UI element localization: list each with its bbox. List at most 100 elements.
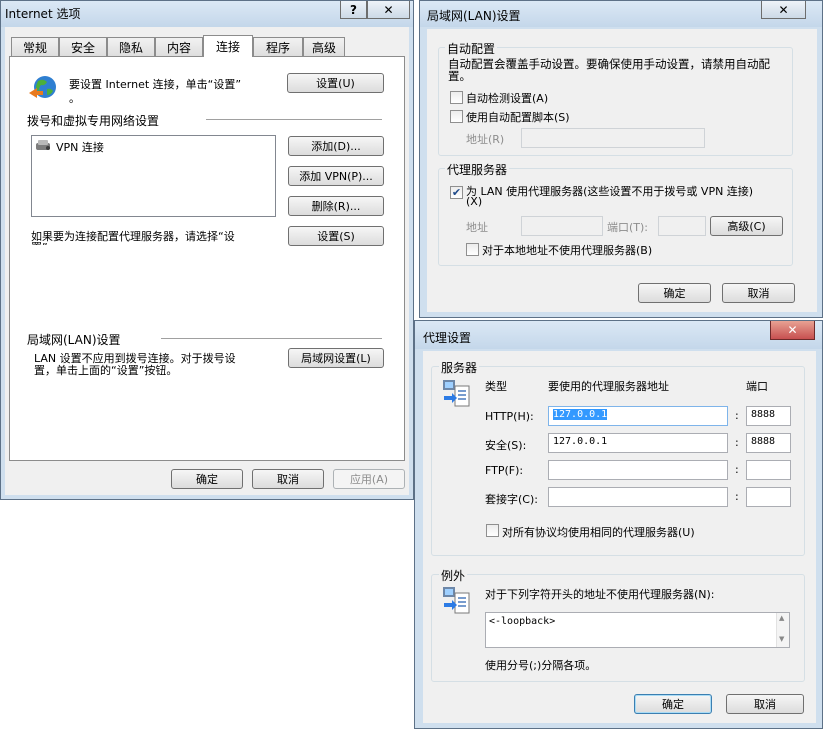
auto-config-description-cont: 置。 — [448, 69, 471, 83]
proxy-server-icon — [441, 378, 473, 410]
lan-section-title: 局域网(LAN)设置 — [27, 333, 121, 347]
separator-hint: 使用分号(;)分隔各项。 — [485, 659, 597, 672]
lan-window-title: 局域网(LAN)设置 — [427, 9, 521, 23]
socks-address-input[interactable] — [548, 487, 728, 507]
http-address-input[interactable]: 127.0.0.1 — [548, 406, 728, 426]
ftp-address-input[interactable] — [548, 460, 728, 480]
tab-security[interactable]: 安全 — [59, 37, 107, 56]
lan-close-button[interactable]: ✕ — [761, 1, 806, 19]
secure-colon: : — [735, 436, 739, 449]
close-icon: ✕ — [778, 2, 789, 17]
settings-button[interactable]: 设置(S) — [288, 226, 384, 246]
proxy-address-input[interactable] — [521, 216, 603, 236]
help-button[interactable]: ? — [340, 1, 367, 19]
secure-port-input[interactable]: 8888 — [746, 433, 791, 453]
http-address-selection: 127.0.0.1 — [553, 409, 608, 420]
servers-group-title: 服务器 — [439, 359, 480, 376]
bypass-local-label: 对于本地地址不使用代理服务器(B) — [482, 244, 653, 257]
proxy-address-label: 地址 — [466, 221, 488, 234]
dialup-section-title: 拨号和虚拟专用网络设置 — [27, 114, 160, 128]
list-item-vpn[interactable]: VPN 连接 — [56, 139, 104, 155]
auto-config-description: 自动配置会覆盖手动设置。要确保使用手动设置，请禁用自动配 — [448, 57, 770, 71]
tab-connections[interactable]: 连接 — [203, 35, 253, 57]
tab-advanced[interactable]: 高级 — [303, 37, 345, 56]
ftp-port-input[interactable] — [746, 460, 791, 480]
lan-settings-window: 局域网(LAN)设置 ✕ 自动配置 自动配置会覆盖手动设置。要确保使用手动设置，… — [419, 0, 823, 318]
secure-label: 安全(S): — [485, 439, 527, 452]
lan-cancel-button[interactable]: 取消 — [722, 283, 795, 303]
use-proxy-label-cont: (X) — [466, 195, 483, 208]
proxy-hint: 如果要为连接配置代理服务器，请选择“设 — [31, 230, 235, 243]
close-icon: ✕ — [787, 323, 798, 337]
auto-detect-label: 自动检测设置(A) — [466, 92, 549, 105]
proxy-title-bar — [415, 321, 822, 349]
proxy-close-button[interactable]: ✕ — [770, 321, 815, 340]
secure-address-input[interactable]: 127.0.0.1 — [548, 433, 728, 453]
internet-options-window: Internet 选项 ? ✕ 常规 安全 隐私 内容 连接 程序 高级 要设置… — [0, 0, 414, 500]
exceptions-icon — [441, 585, 473, 617]
lan-ok-button[interactable]: 确定 — [638, 283, 711, 303]
proxy-ok-button[interactable]: 确定 — [634, 694, 712, 714]
exceptions-value: <-loopback> — [489, 616, 556, 627]
bypass-local-checkbox[interactable] — [466, 243, 479, 256]
scrollbar[interactable]: ▲ ▼ — [776, 613, 789, 647]
same-proxy-checkbox[interactable] — [486, 524, 499, 537]
col-type-header: 类型 — [485, 380, 507, 393]
apply-button[interactable]: 应用(A) — [333, 469, 405, 489]
col-address-header: 要使用的代理服务器地址 — [548, 380, 669, 393]
http-port-input[interactable]: 8888 — [746, 406, 791, 426]
help-icon: ? — [350, 2, 357, 17]
tab-general[interactable]: 常规 — [11, 37, 59, 56]
tab-programs[interactable]: 程序 — [253, 37, 303, 56]
socks-label: 套接字(C): — [485, 493, 538, 506]
internet-globe-icon — [27, 73, 59, 105]
scroll-down-icon[interactable]: ▼ — [779, 635, 784, 643]
script-address-label: 地址(R) — [466, 133, 505, 146]
setup-description: 要设置 Internet 连接，单击“设置” — [69, 78, 242, 91]
lan-description-2: 置，单击上面的“设置”按钮。 — [34, 364, 178, 377]
tab-privacy[interactable]: 隐私 — [107, 37, 155, 56]
socks-colon: : — [735, 490, 739, 503]
ftp-colon: : — [735, 463, 739, 476]
window-title: Internet 选项 — [5, 7, 81, 21]
socks-port-input[interactable] — [746, 487, 791, 507]
ftp-label: FTP(F): — [485, 464, 524, 477]
setup-description-cont: 。 — [69, 92, 80, 105]
http-label: HTTP(H): — [485, 410, 534, 423]
auto-script-label: 使用自动配置脚本(S) — [466, 111, 570, 124]
proxy-window-title: 代理设置 — [423, 331, 472, 345]
close-button[interactable]: ✕ — [367, 1, 410, 19]
proxy-port-label: 端口(T): — [607, 221, 649, 234]
close-icon: ✕ — [383, 2, 394, 17]
add-button[interactable]: 添加(D)... — [288, 136, 384, 156]
ok-button[interactable]: 确定 — [171, 469, 243, 489]
exceptions-description: 对于下列字符开头的地址不使用代理服务器(N): — [485, 588, 715, 601]
col-port-header: 端口 — [746, 380, 768, 393]
vpn-connection-icon — [35, 138, 53, 152]
exceptions-textarea[interactable]: <-loopback> ▲ ▼ — [485, 612, 790, 648]
use-proxy-checkbox[interactable]: ✔ — [450, 186, 463, 199]
auto-detect-checkbox[interactable] — [450, 91, 463, 104]
auto-config-title: 自动配置 — [445, 40, 498, 57]
proxy-cancel-button[interactable]: 取消 — [726, 694, 804, 714]
auto-script-checkbox[interactable] — [450, 110, 463, 123]
http-colon: : — [735, 409, 739, 422]
proxy-server-title: 代理服务器 — [445, 161, 510, 178]
dialup-divider — [206, 119, 382, 120]
remove-button[interactable]: 删除(R)... — [288, 196, 384, 216]
cancel-button[interactable]: 取消 — [252, 469, 324, 489]
use-proxy-label: 为 LAN 使用代理服务器(这些设置不用于拨号或 VPN 连接) — [466, 185, 754, 198]
tab-content[interactable]: 内容 — [155, 37, 203, 56]
lan-settings-button[interactable]: 局域网设置(L) — [288, 348, 384, 368]
proxy-hint-cont: 置”。 — [31, 239, 59, 245]
scroll-up-icon[interactable]: ▲ — [779, 614, 784, 622]
proxy-port-input[interactable] — [658, 216, 706, 236]
same-proxy-label: 对所有协议均使用相同的代理服务器(U) — [502, 526, 695, 539]
add-vpn-button[interactable]: 添加 VPN(P)... — [288, 166, 384, 186]
setup-button[interactable]: 设置(U) — [287, 73, 384, 93]
advanced-button[interactable]: 高级(C) — [710, 216, 783, 236]
script-address-input[interactable] — [521, 128, 705, 148]
exceptions-group-title: 例外 — [439, 567, 468, 584]
lan-divider — [161, 338, 382, 339]
proxy-settings-window: 代理设置 ✕ 服务器 类型 要使用的代理服务器地址 端口 HTTP(H): 12… — [414, 320, 823, 729]
